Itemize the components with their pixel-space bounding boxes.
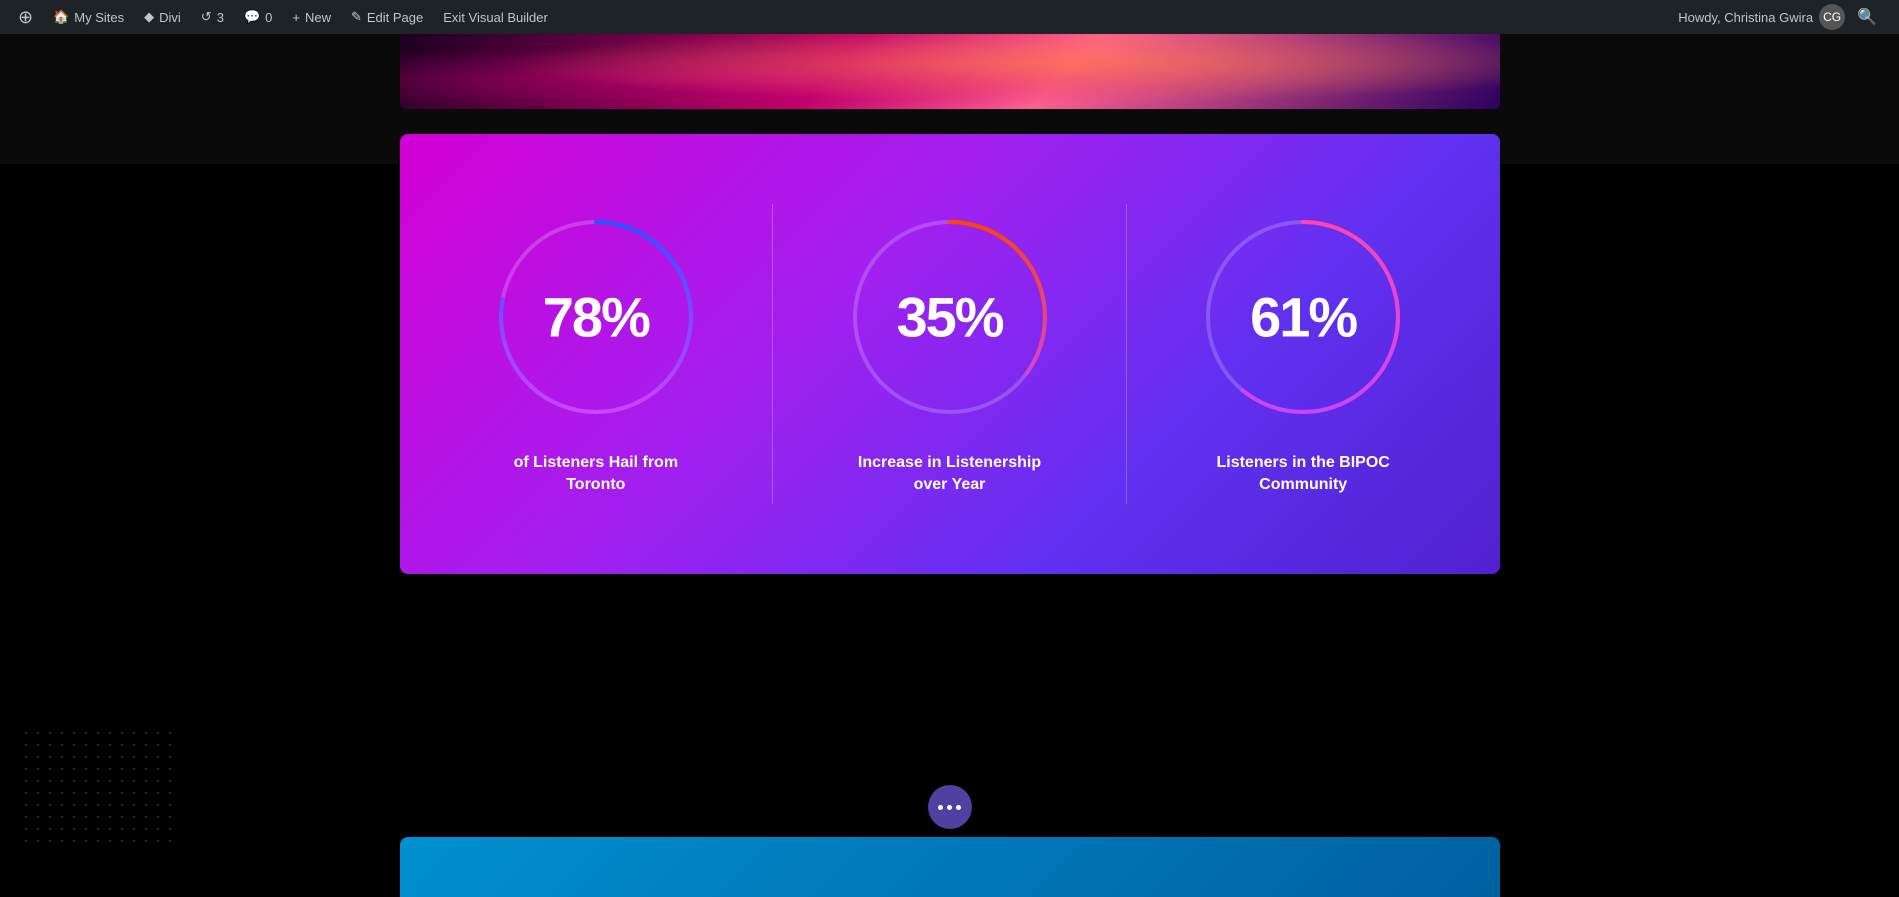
dots-icon (938, 805, 961, 810)
new-link[interactable]: + New (282, 0, 341, 34)
hero-image-inner (400, 34, 1500, 109)
my-sites-link[interactable]: 🏠 My Sites (43, 0, 134, 34)
stat-value-3: 61% (1250, 284, 1356, 349)
stat-value-1: 78% (543, 284, 649, 349)
circle-3: 61% (1198, 212, 1408, 422)
howdy-text: Howdy, Christina Gwira (1678, 10, 1813, 25)
stat-value-2: 35% (896, 284, 1002, 349)
exit-vb-link[interactable]: Exit Visual Builder (433, 0, 558, 34)
stat-item-3: 61% Listeners in the BIPOC Community (1127, 192, 1480, 517)
admin-bar: ⊕ 🏠 My Sites ◆ Divi ↺ 3 💬 0 + New ✎ Edit… (0, 0, 1899, 34)
pencil-icon: ✎ (351, 9, 362, 25)
divi-icon: ◆ (144, 9, 154, 25)
stat-label-3: Listeners in the BIPOC Community (1203, 452, 1403, 497)
circle-1: 78% (491, 212, 701, 422)
wordpress-icon[interactable]: ⊕ (8, 0, 43, 34)
comments-link[interactable]: 💬 0 (234, 0, 282, 34)
home-icon: 🏠 (53, 9, 69, 25)
hero-image-strip (400, 34, 1500, 109)
stats-section: 78% of Listeners Hail from Toronto (400, 134, 1500, 574)
bottom-panel (400, 837, 1500, 897)
refresh-icon: ↺ (201, 9, 212, 25)
stat-item-1: 78% of Listeners Hail from Toronto (420, 192, 773, 517)
comment-icon: 💬 (244, 9, 260, 25)
decorative-dots (20, 727, 180, 847)
edit-page-link[interactable]: ✎ Edit Page (341, 0, 433, 34)
stats-grid: 78% of Listeners Hail from Toronto (420, 192, 1480, 517)
divi-link[interactable]: ◆ Divi (134, 0, 191, 34)
plus-icon: + (292, 10, 300, 25)
page-canvas: 78% of Listeners Hail from Toronto (0, 34, 1899, 897)
admin-bar-right: Howdy, Christina Gwira CG 🔍 (1678, 4, 1891, 30)
stat-label-1: of Listeners Hail from Toronto (496, 452, 696, 497)
stat-label-2: Increase in Listenership over Year (850, 452, 1050, 497)
stat-item-2: 35% Increase in Listenership over Year (773, 192, 1126, 517)
revisions-link[interactable]: ↺ 3 (191, 0, 234, 34)
search-button[interactable]: 🔍 (1851, 7, 1883, 27)
circle-2: 35% (845, 212, 1055, 422)
avatar[interactable]: CG (1819, 4, 1845, 30)
floating-dots-button[interactable] (928, 785, 972, 829)
